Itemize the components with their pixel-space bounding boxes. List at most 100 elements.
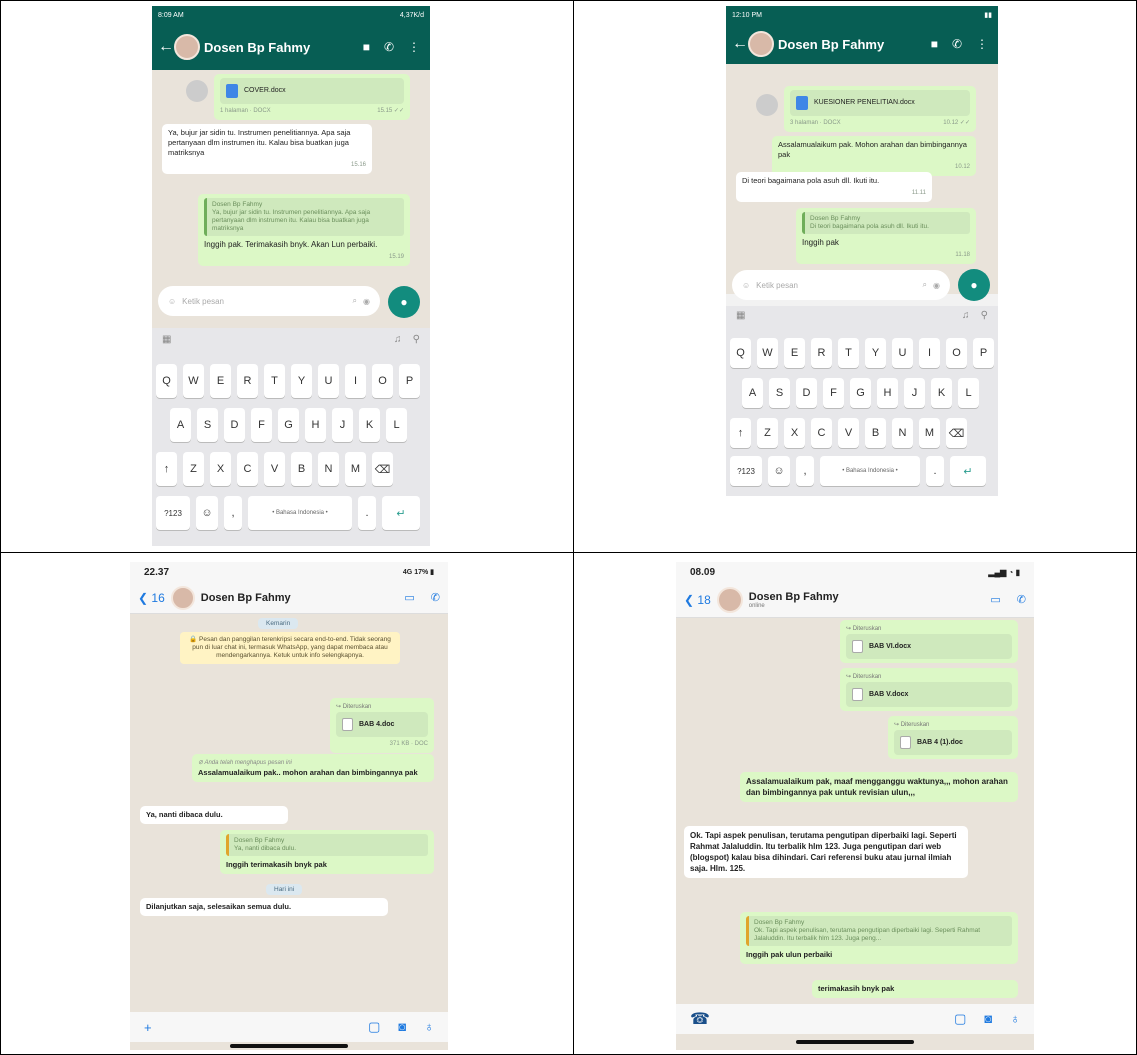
key[interactable]: A (170, 408, 191, 442)
back-arrow-icon[interactable]: ← (732, 35, 748, 53)
key[interactable]: D (224, 408, 245, 442)
avatar[interactable] (170, 585, 195, 610)
encryption-notice[interactable]: 🔒 Pesan dan panggilan terenkripsi secara… (180, 632, 400, 664)
forwarded-document-2[interactable]: ↪ Diteruskan BAB V.docx (840, 668, 1018, 711)
more-menu-icon[interactable]: ⋮ (976, 37, 988, 51)
quoted-message[interactable]: Dosen Bp Fahmy Ya, nanti dibaca dulu. (226, 834, 428, 856)
mic-icon[interactable]: ♁ (424, 1019, 434, 1035)
key[interactable]: Y (865, 338, 886, 368)
keyboard-grid-icon[interactable]: ▦ (162, 334, 171, 345)
camera-icon[interactable]: ◉ (933, 281, 940, 290)
key[interactable]: F (823, 378, 844, 408)
key[interactable]: ⌫ (946, 418, 967, 448)
key[interactable]: H (305, 408, 326, 442)
avatar[interactable] (716, 586, 743, 613)
key[interactable]: S (769, 378, 790, 408)
key[interactable]: C (237, 452, 258, 486)
key[interactable]: Z (757, 418, 778, 448)
key[interactable]: O (372, 364, 393, 398)
key[interactable]: Z (183, 452, 204, 486)
back-button[interactable]: ❮ 16 (138, 591, 165, 605)
back-button[interactable]: ❮ 18 (684, 593, 711, 607)
mic-small-icon[interactable]: ♫ (394, 334, 402, 345)
mic-button[interactable]: ● (958, 269, 990, 301)
phone-call-icon[interactable]: ✆ (1017, 593, 1026, 606)
contact-name[interactable]: Dosen Bp Fahmy (204, 40, 310, 55)
key[interactable]: I (345, 364, 366, 398)
key[interactable]: G (278, 408, 299, 442)
phone-call-icon[interactable]: ✆ (431, 591, 440, 604)
key[interactable]: N (318, 452, 339, 486)
key-comma[interactable]: , (224, 496, 242, 530)
video-call-icon[interactable]: ▭ (404, 591, 414, 604)
key[interactable]: J (332, 408, 353, 442)
key-space[interactable]: • Bahasa Indonesia • (248, 496, 352, 530)
contact-name[interactable]: Dosen Bp Fahmy (201, 592, 291, 604)
key[interactable]: O (946, 338, 967, 368)
quoted-message[interactable]: Dosen Bp Fahmy Di teori bagaimana pola a… (802, 212, 970, 234)
key[interactable]: Q (156, 364, 177, 398)
key[interactable]: I (919, 338, 940, 368)
key[interactable]: P (973, 338, 994, 368)
key-period[interactable]: . (926, 456, 944, 486)
key[interactable]: U (318, 364, 339, 398)
key[interactable]: J (904, 378, 925, 408)
key[interactable]: T (264, 364, 285, 398)
key[interactable]: L (958, 378, 979, 408)
key-numbers[interactable]: ?123 (730, 456, 762, 486)
key[interactable]: H (877, 378, 898, 408)
key[interactable]: E (210, 364, 231, 398)
forwarded-document-3[interactable]: ↪ Diteruskan BAB 4 (1).doc (888, 716, 1018, 759)
mic-icon[interactable]: ♁ (1010, 1011, 1020, 1027)
key-emoji[interactable]: ☺ (196, 496, 218, 530)
camera-icon[interactable]: ◙ (398, 1019, 406, 1035)
key[interactable]: ↑ (730, 418, 751, 448)
key-period[interactable]: . (358, 496, 376, 530)
key[interactable]: V (264, 452, 285, 486)
contact-name[interactable]: Dosen Bp Fahmy (778, 37, 884, 52)
key[interactable]: W (757, 338, 778, 368)
avatar[interactable] (748, 31, 774, 57)
phone-call-icon[interactable]: ✆ (384, 40, 394, 54)
keyboard-grid-icon[interactable]: ▦ (736, 310, 745, 321)
key[interactable]: N (892, 418, 913, 448)
avatar[interactable] (174, 34, 200, 60)
emoji-icon[interactable]: ☺ (742, 281, 750, 290)
document-message[interactable]: COVER.docx 1 halaman · DOCX 15.15 ✓✓ (214, 74, 410, 120)
video-call-icon[interactable]: ▭ (990, 593, 1000, 606)
key[interactable]: C (811, 418, 832, 448)
key[interactable]: V (838, 418, 859, 448)
message-input-bar[interactable]: ☺ Ketik pesan ⌕ ◉ (732, 270, 950, 300)
key[interactable]: M (919, 418, 940, 448)
quoted-message[interactable]: Dosen Bp Fahmy Ya, bujur jar sidin tu. I… (204, 198, 404, 236)
key[interactable]: A (742, 378, 763, 408)
message-input[interactable]: Ketik pesan (182, 297, 346, 306)
attach-icon[interactable]: ⌕ (923, 280, 927, 290)
key[interactable]: R (237, 364, 258, 398)
key[interactable]: B (291, 452, 312, 486)
key[interactable]: G (850, 378, 871, 408)
key[interactable]: T (838, 338, 859, 368)
message-input-bar[interactable]: ☺ Ketik pesan ⌕ ◉ (158, 286, 380, 316)
key[interactable]: P (399, 364, 420, 398)
key[interactable]: K (359, 408, 380, 442)
key[interactable]: F (251, 408, 272, 442)
emoji-icon[interactable]: ☺ (168, 297, 176, 306)
key[interactable]: E (784, 338, 805, 368)
sticker-icon[interactable]: ▢ (368, 1019, 380, 1035)
forwarded-document[interactable]: ↪ Diteruskan BAB 4.doc 371 KB · DOC (330, 698, 434, 753)
attach-icon[interactable]: ⌕ (353, 296, 357, 306)
document-message[interactable]: KUESIONER PENELITIAN.docx 3 halaman · DO… (784, 86, 976, 132)
key-comma[interactable]: , (796, 456, 814, 486)
video-call-icon[interactable]: ■ (363, 40, 370, 54)
search-icon[interactable]: ⚲ (413, 334, 420, 345)
contact-name[interactable]: Dosen Bp Fahmy (749, 591, 839, 603)
key[interactable]: B (865, 418, 886, 448)
key[interactable]: X (210, 452, 231, 486)
key-numbers[interactable]: ?123 (156, 496, 190, 530)
key-enter[interactable]: ↵ (950, 456, 986, 486)
sticker-icon[interactable]: ▢ (954, 1011, 966, 1027)
key-space[interactable]: • Bahasa Indonesia • (820, 456, 920, 486)
key-emoji[interactable]: ☺ (768, 456, 790, 486)
video-call-icon[interactable]: ■ (931, 37, 938, 51)
